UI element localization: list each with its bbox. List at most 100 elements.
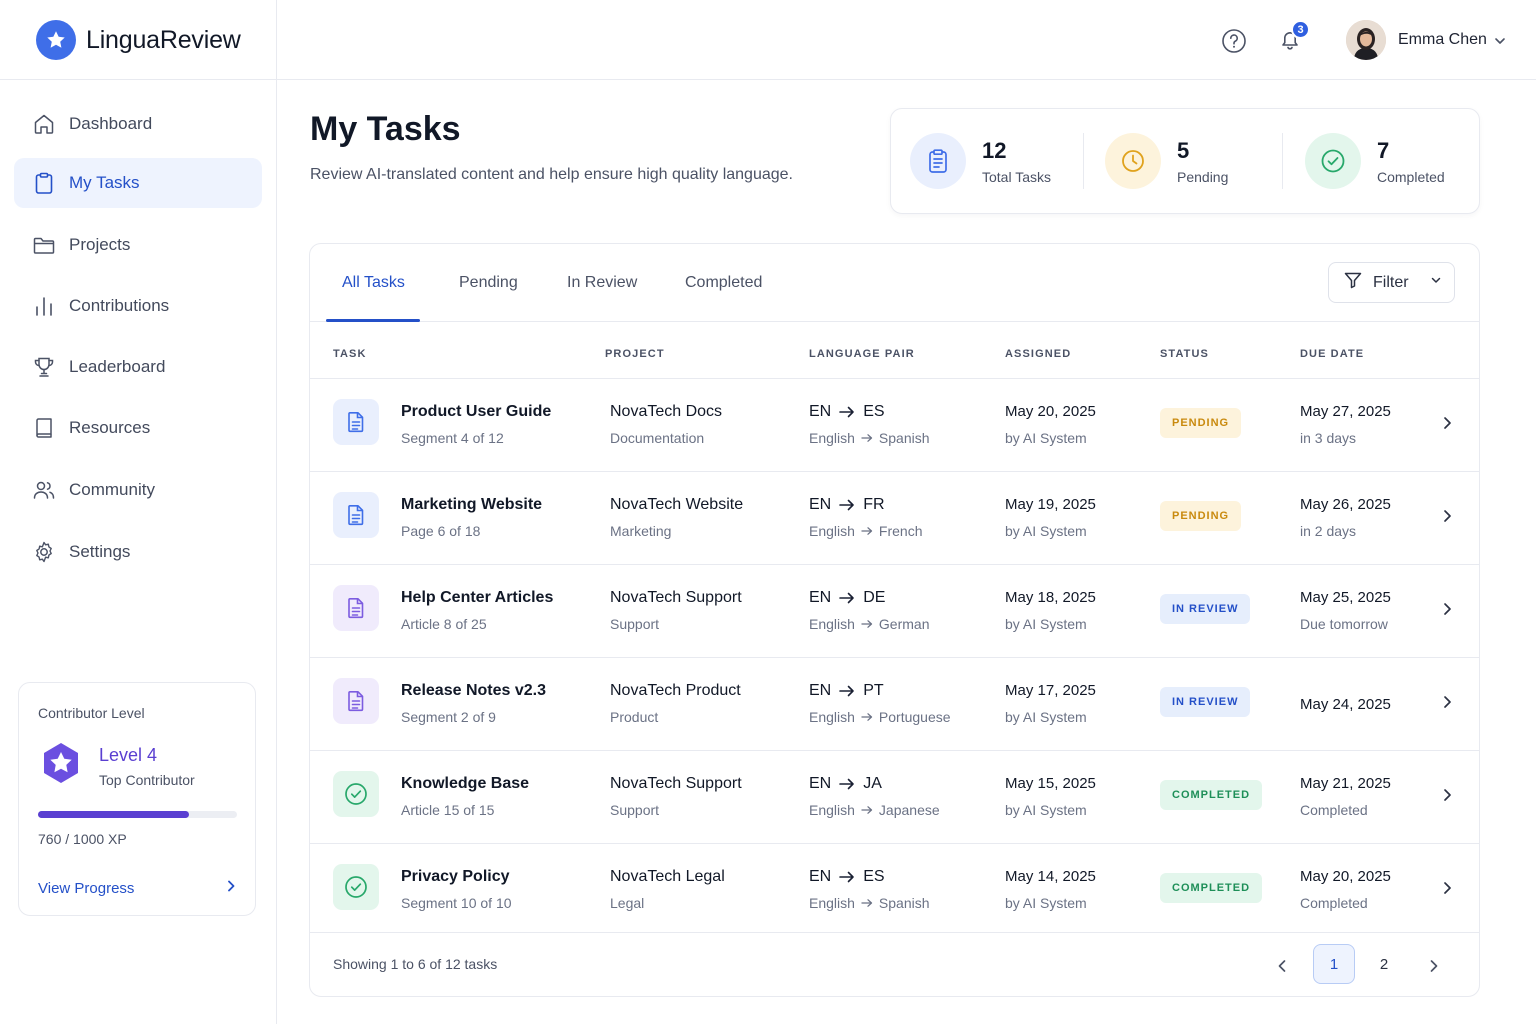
- arrow-right-icon: [839, 871, 855, 883]
- sidebar-item-dashboard[interactable]: Dashboard: [14, 99, 262, 149]
- notification-count-badge: 3: [1291, 20, 1310, 39]
- assigned-by: by AI System: [1005, 523, 1087, 539]
- status-badge: PENDING: [1160, 501, 1242, 531]
- check-circle-icon: [1305, 133, 1361, 189]
- chevron-right-icon[interactable]: [1438, 507, 1456, 525]
- tab-completed[interactable]: Completed: [685, 274, 762, 292]
- sidebar-item-community[interactable]: Community: [14, 465, 262, 515]
- stat-label: Total Tasks: [982, 168, 1051, 185]
- column-header-due-date[interactable]: DUE DATE: [1300, 348, 1364, 360]
- project-category: Product: [610, 709, 659, 725]
- column-header-assigned[interactable]: ASSIGNED: [1005, 348, 1071, 360]
- sidebar-item-settings[interactable]: Settings: [14, 527, 262, 577]
- column-header-status[interactable]: STATUS: [1160, 348, 1209, 360]
- target-language-name: Spanish: [878, 430, 930, 446]
- folder-icon: [32, 233, 56, 257]
- column-header-project[interactable]: PROJECT: [605, 348, 665, 360]
- task-name[interactable]: Product User Guide: [401, 403, 551, 421]
- clipboard-icon: [910, 133, 966, 189]
- document-icon: [333, 678, 379, 724]
- sidebar-item-label: Leaderboard: [69, 357, 166, 376]
- task-progress: Article 15 of 15: [401, 802, 495, 818]
- status-badge: PENDING: [1160, 408, 1242, 438]
- project-category: Marketing: [610, 523, 672, 539]
- tab-pending[interactable]: Pending: [459, 274, 518, 292]
- tab-all-tasks[interactable]: All Tasks: [342, 274, 405, 292]
- sidebar-item-contributions[interactable]: Contributions: [14, 281, 262, 331]
- due-date: May 26, 2025: [1300, 496, 1391, 513]
- filter-button[interactable]: Filter: [1328, 262, 1455, 303]
- stat-value: 7: [1377, 137, 1390, 163]
- chevron-down-icon[interactable]: [1492, 33, 1508, 49]
- home-icon: [32, 112, 56, 136]
- sidebar-item-label: My Tasks: [69, 173, 140, 192]
- column-header-language-pair[interactable]: LANGUAGE PAIR: [809, 348, 915, 360]
- pagination-page-2[interactable]: 2: [1363, 944, 1405, 984]
- pagination-summary: Showing 1 to 6 of 12 tasks: [333, 956, 498, 972]
- table-row[interactable]: Release Notes v2.3 Segment 2 of 9 NovaTech…: [310, 657, 1479, 750]
- brand[interactable]: LinguaReview: [36, 20, 241, 60]
- filter-label: Filter: [1373, 273, 1409, 291]
- user-avatar[interactable]: [1346, 20, 1386, 60]
- table-row[interactable]: Knowledge Base Article 15 of 15 NovaTech S…: [310, 750, 1479, 843]
- project-category: Legal: [610, 895, 645, 911]
- view-progress-link[interactable]: View Progress: [38, 879, 238, 897]
- arrow-right-icon: [839, 778, 855, 790]
- due-date-note: Due tomorrow: [1300, 616, 1388, 632]
- task-name[interactable]: Knowledge Base: [401, 775, 529, 793]
- task-progress: Segment 2 of 9: [401, 709, 496, 725]
- due-date-note: Completed: [1300, 895, 1368, 911]
- assigned-by: by AI System: [1005, 802, 1087, 818]
- chevron-down-icon: [1429, 273, 1443, 292]
- clipboard-icon: [32, 171, 56, 195]
- sidebar-item-resources[interactable]: Resources: [14, 403, 262, 453]
- project-name: NovaTech Website: [610, 496, 744, 513]
- assigned-by: by AI System: [1005, 709, 1087, 725]
- tab-in-review[interactable]: In Review: [567, 274, 637, 292]
- footer-divider: [310, 932, 1479, 933]
- pagination-page-1[interactable]: 1: [1313, 944, 1355, 984]
- document-icon: [333, 585, 379, 631]
- sidebar-item-projects[interactable]: Projects: [14, 220, 262, 270]
- status-badge: COMPLETED: [1160, 780, 1263, 810]
- table-row[interactable]: Product User Guide Segment 4 of 12 NovaTec…: [310, 378, 1479, 471]
- task-name[interactable]: Release Notes v2.3: [401, 682, 546, 700]
- column-header-task[interactable]: TASK: [333, 348, 367, 360]
- assigned-date: May 19, 2025: [1005, 496, 1096, 513]
- task-name[interactable]: Privacy Policy: [401, 868, 510, 886]
- pagination-next-icon[interactable]: [1423, 955, 1445, 977]
- stat-completed: 7 Completed: [1305, 133, 1445, 189]
- users-icon: [32, 478, 56, 502]
- chevron-right-icon[interactable]: [1438, 414, 1456, 432]
- brand-name: LinguaReview: [86, 25, 241, 54]
- user-name[interactable]: Emma Chen: [1398, 31, 1487, 49]
- task-name[interactable]: Help Center Articles: [401, 589, 553, 607]
- assigned-date: May 14, 2025: [1005, 868, 1096, 885]
- page-title: My Tasks: [310, 110, 461, 148]
- table-row[interactable]: Marketing Website Page 6 of 18 NovaTech We…: [310, 471, 1479, 564]
- help-icon[interactable]: [1220, 27, 1248, 55]
- arrow-right-icon: [861, 619, 873, 629]
- stat-total-tasks: 12 Total Tasks: [910, 133, 1051, 189]
- chevron-right-icon[interactable]: [1438, 600, 1456, 618]
- table-row[interactable]: Privacy Policy Segment 10 of 10 NovaTech L…: [310, 843, 1479, 936]
- sidebar-item-leaderboard[interactable]: Leaderboard: [14, 342, 262, 392]
- view-progress-label: View Progress: [38, 879, 135, 897]
- chevron-right-icon[interactable]: [1438, 693, 1456, 711]
- language-pair-codes: EN JA: [809, 775, 882, 793]
- task-tabs: All Tasks Pending In Review Completed Fi…: [310, 244, 1479, 322]
- assigned-date: May 17, 2025: [1005, 682, 1096, 699]
- chevron-right-icon[interactable]: [1438, 879, 1456, 897]
- task-name[interactable]: Marketing Website: [401, 496, 542, 514]
- target-language-code: ES: [863, 403, 885, 420]
- due-date: May 21, 2025: [1300, 775, 1391, 792]
- source-language-code: EN: [809, 496, 832, 513]
- project-category: Support: [610, 802, 660, 818]
- language-pair-codes: EN DE: [809, 589, 885, 607]
- check-circle-icon: [333, 771, 379, 817]
- table-row[interactable]: Help Center Articles Article 8 of 25 NovaT…: [310, 564, 1479, 657]
- pagination-prev-icon[interactable]: [1271, 955, 1293, 977]
- due-date: May 20, 2025: [1300, 868, 1391, 885]
- sidebar-item-my-tasks[interactable]: My Tasks: [14, 158, 262, 208]
- chevron-right-icon[interactable]: [1438, 786, 1456, 804]
